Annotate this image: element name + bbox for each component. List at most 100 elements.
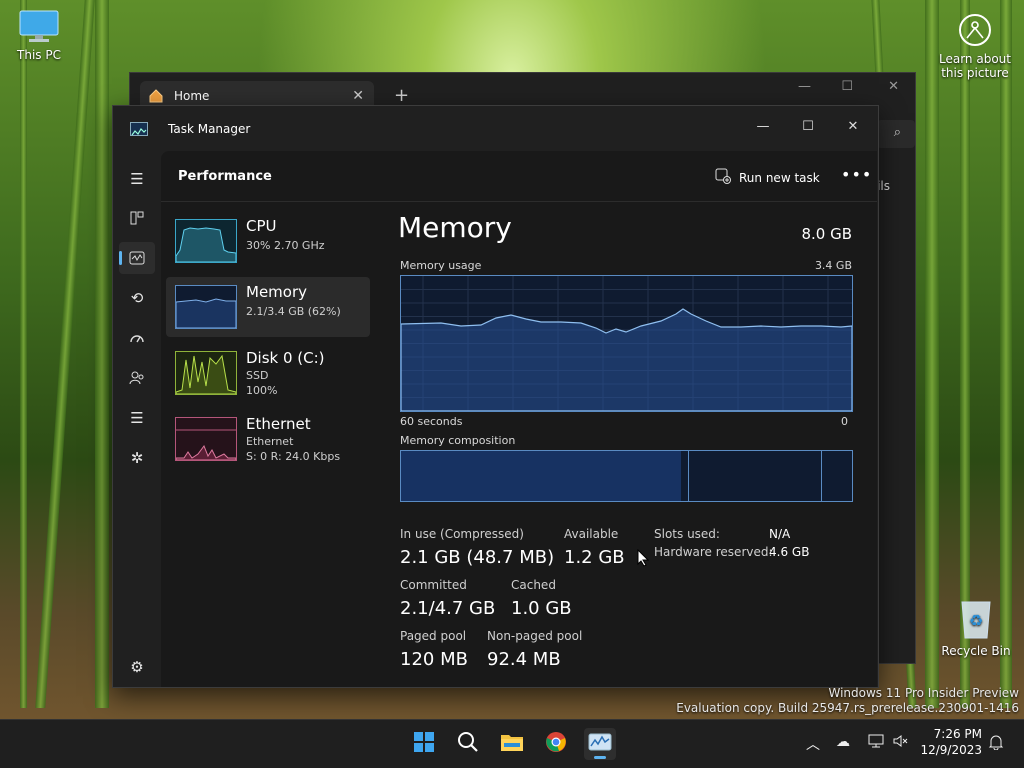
show-hidden-icons-chevron-icon[interactable]: ︿ [806,734,820,754]
non-paged-pool-value: 92.4 MB [487,649,561,670]
resource-name: Ethernet [246,415,311,433]
memory-total: 8.0 GB [801,225,852,243]
in-use-label: In use (Compressed) [400,527,524,541]
slots-used-label: Slots used: [654,527,720,541]
details-list-icon[interactable]: ☰ [119,402,155,434]
search-button[interactable] [452,728,484,760]
desktop-icon-label: Recycle Bin [941,644,1011,658]
window-title: Task Manager [168,122,251,136]
run-new-task-button[interactable]: Run new task [715,168,820,187]
cached-label: Cached [511,578,556,592]
desktop-icon-this-pc[interactable]: This PC [10,10,68,62]
more-options-icon[interactable]: ••• [841,165,872,184]
info-camera-icon [957,12,993,48]
slots-used-value: N/A [769,527,791,541]
taskbar: ︿ ☁ 7:26 PM 12/9/2023 [0,719,1024,768]
users-icon[interactable] [119,362,155,394]
start-button[interactable] [408,728,440,760]
hardware-reserved-value: 4.6 GB [769,545,810,559]
desktop-icon-learn-about-picture[interactable]: Learn about this picture [936,12,1014,80]
svg-text:♻: ♻ [969,611,983,630]
search-icon: ⌕ [893,125,901,140]
services-puzzle-icon[interactable]: ✲ [119,442,155,474]
maximize-button[interactable]: ☐ [788,113,828,139]
windows-logo-icon [413,731,435,757]
clock-time: 7:26 PM [933,727,982,741]
performance-icon[interactable] [119,242,155,274]
maximize-button[interactable]: ☐ [841,79,853,94]
folder-icon [500,732,524,756]
resource-stat: 30% 2.70 GHz [246,239,325,252]
nav-rail: ☰ ⟲ ☰ ✲ ⚙ [113,151,161,687]
minimize-button[interactable]: — [743,113,783,139]
run-task-label: Run new task [739,170,820,185]
composition-in-use [401,451,682,501]
chrome-taskbar-button[interactable] [540,728,572,760]
task-manager-taskbar-button[interactable] [584,728,616,760]
task-manager-window[interactable]: Task Manager — ☐ ✕ ☰ ⟲ ☰ ✲ ⚙ Performance [112,105,879,688]
main-content: Performance Run new task ••• CPU 30% 2.7… [161,151,877,687]
search-icon [457,731,479,757]
monitor-icon [19,10,59,44]
memory-composition-label: Memory composition [400,434,516,447]
memory-usage-label: Memory usage [400,259,482,272]
new-tab-button[interactable]: + [394,85,409,106]
time-axis-start: 60 seconds [400,415,463,428]
settings-gear-icon[interactable]: ⚙ [119,651,155,683]
resource-item-cpu[interactable]: CPU 30% 2.70 GHz [166,211,370,271]
memory-thumbnail-graph [175,285,237,329]
close-button[interactable]: ✕ [888,79,899,94]
performance-resource-list: CPU 30% 2.70 GHz Memory 2.1/3.4 GB (62%)… [166,211,370,475]
resource-type: Ethernet [246,435,294,448]
available-label: Available [564,527,619,541]
task-manager-app-icon [130,122,148,136]
resource-stat: S: 0 R: 24.0 Kbps [246,450,341,463]
minimize-button[interactable]: — [798,79,811,94]
in-use-value: 2.1 GB (48.7 MB) [400,547,555,568]
tab-close-icon[interactable]: ✕ [352,88,364,104]
desktop-icon-label-line2: this picture [941,66,1009,80]
resource-item-disk[interactable]: Disk 0 (C:) SSD 100% [166,343,370,403]
available-value: 1.2 GB [564,547,625,568]
non-paged-pool-label: Non-paged pool [487,629,583,643]
tab-label: Home [174,89,210,103]
network-icon[interactable] [868,734,884,752]
ethernet-thumbnail-graph [175,417,237,461]
app-history-icon[interactable]: ⟲ [119,282,155,314]
composition-standby [689,451,822,501]
time-axis-end: 0 [841,415,848,428]
resource-stat: 100% [246,384,278,397]
title-bar[interactable]: Task Manager — ☐ ✕ [113,106,878,151]
evaluation-watermark-line2: Evaluation copy. Build 25947.rs_prerelea… [676,701,1019,715]
startup-apps-icon[interactable] [119,322,155,354]
resource-type: SSD [246,369,269,382]
chrome-icon [545,731,567,757]
evaluation-watermark-line1: Windows 11 Pro Insider Preview [828,686,1019,700]
desktop-icon-label-line1: Learn about [939,52,1011,66]
memory-usage-graph [400,275,853,412]
desktop-icon-recycle-bin[interactable]: ♻ Recycle Bin [940,596,1012,658]
paged-pool-value: 120 MB [400,649,468,670]
hardware-reserved-label: Hardware reserved: [654,545,773,559]
onedrive-cloud-icon[interactable]: ☁ [836,734,850,750]
disk-thumbnail-graph [175,351,237,395]
resource-item-memory[interactable]: Memory 2.1/3.4 GB (62%) [166,277,370,337]
paged-pool-label: Paged pool [400,629,467,643]
run-task-icon [715,168,731,187]
clock[interactable]: 7:26 PM 12/9/2023 [920,726,982,758]
hamburger-menu-icon[interactable]: ☰ [119,163,155,195]
processes-icon[interactable] [119,202,155,234]
cached-value: 1.0 GB [511,598,572,619]
detail-title: Memory [398,211,512,244]
memory-usage-max: 3.4 GB [814,259,852,272]
close-button[interactable]: ✕ [833,113,873,139]
volume-muted-icon[interactable] [893,734,909,752]
details-pane-label: ils [877,179,890,193]
notifications-bell-icon[interactable] [988,734,1004,754]
file-explorer-taskbar-button[interactable] [496,728,528,760]
resource-name: CPU [246,217,277,235]
search-box[interactable]: ⌕ [877,120,915,148]
resource-item-ethernet[interactable]: Ethernet Ethernet S: 0 R: 24.0 Kbps [166,409,370,469]
committed-value: 2.1/4.7 GB [400,598,496,619]
resource-name: Memory [246,283,308,301]
